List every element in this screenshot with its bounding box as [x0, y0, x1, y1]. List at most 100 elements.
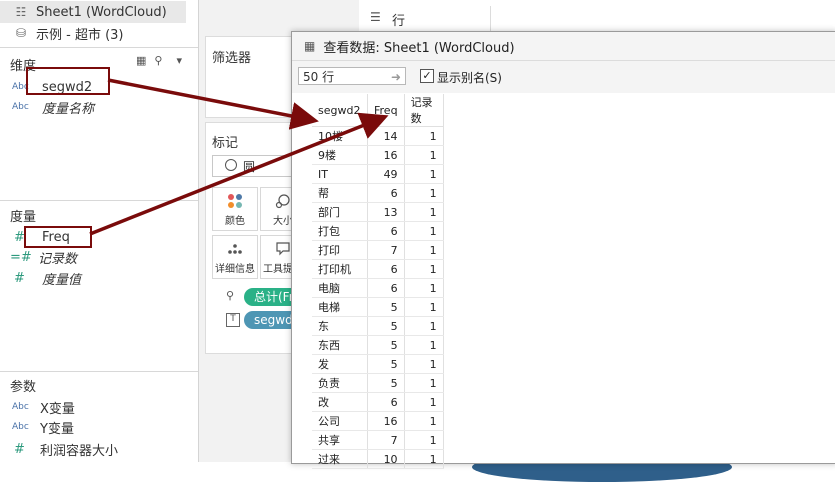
table-row[interactable]: 公司 16 1: [312, 411, 444, 431]
divider: [0, 371, 198, 372]
field-name: Y变量: [40, 421, 74, 437]
sheet-source-item[interactable]: ☷ Sheet1 (WordCloud): [0, 1, 186, 23]
cell-freq: 49: [367, 164, 405, 184]
color-button[interactable]: 颜色: [212, 187, 258, 231]
cell-freq: 5: [367, 297, 405, 317]
cell-freq: 6: [367, 221, 405, 241]
calc-number-type-icon: =#: [10, 249, 32, 265]
cell-record-count: 1: [404, 316, 444, 336]
table-row[interactable]: 打包 6 1: [312, 221, 444, 241]
annotation-box-freq: [24, 226, 92, 248]
cell-record-count: 1: [404, 430, 444, 450]
cell-segwd2: 负责: [312, 373, 368, 393]
divider: [0, 200, 198, 201]
cell-segwd2: 打印: [312, 240, 368, 260]
table-row[interactable]: 打印 7 1: [312, 240, 444, 260]
color-dots-icon: [228, 194, 242, 208]
field-name: X变量: [40, 401, 75, 417]
sheet-icon: ☷: [15, 5, 27, 19]
cell-freq: 5: [367, 354, 405, 374]
measure-field-measure-values[interactable]: # 度量值: [0, 268, 196, 288]
table-row[interactable]: 改61: [312, 392, 444, 412]
cell-segwd2: 东西: [312, 335, 368, 355]
measures-title: 度量: [10, 210, 37, 225]
number-type-icon: #: [14, 441, 25, 457]
table-row[interactable]: 共享 7 1: [312, 430, 444, 450]
table-row[interactable]: 电脑 6 1: [312, 278, 444, 298]
field-name: 度量名称: [42, 101, 95, 117]
parameter-x[interactable]: Abc X变量: [0, 397, 196, 417]
cell-record-count: 1: [404, 126, 444, 146]
parameter-profit-bin-size[interactable]: # 利润容器大小: [0, 439, 196, 459]
cell-segwd2: 10楼: [312, 126, 368, 146]
chevron-down-icon[interactable]: ▾: [176, 54, 182, 67]
cell-segwd2: 过来: [312, 449, 368, 469]
show-alias-checkbox[interactable]: ✓: [420, 69, 434, 83]
detail-dots-icon: [228, 244, 242, 254]
detail-button[interactable]: 详细信息: [212, 235, 258, 279]
column-header-segwd2[interactable]: segwd2: [312, 94, 368, 127]
table-row[interactable]: 10楼 14 1: [312, 126, 444, 146]
cell-record-count: 1: [404, 449, 444, 469]
measure-field-record-count[interactable]: =# 记录数: [0, 247, 196, 267]
cell-record-count: 1: [404, 164, 444, 184]
cell-segwd2: IT: [312, 164, 368, 184]
cell-segwd2: 打包: [312, 221, 368, 241]
parameters-title: 参数: [10, 380, 37, 395]
cell-record-count: 1: [404, 183, 444, 203]
data-source-item[interactable]: ⛁ 示例 - 超市 (3): [0, 22, 198, 44]
string-type-icon: Abc: [12, 402, 29, 412]
mark-type-label: 圆: [243, 160, 256, 174]
cell-freq: 16: [367, 411, 405, 431]
show-alias-label[interactable]: 显示别名(S): [437, 69, 502, 86]
cell-segwd2: 部门: [312, 202, 368, 222]
rows-drop-area[interactable]: [490, 6, 835, 32]
cell-freq: 14: [367, 126, 405, 146]
grid-view-icon[interactable]: ▦: [136, 54, 146, 67]
row-count-field[interactable]: 50 行 ➜: [298, 67, 406, 85]
table-row[interactable]: 电梯 5 1: [312, 297, 444, 317]
parameter-y[interactable]: Abc Y变量: [0, 417, 196, 437]
cell-record-count: 1: [404, 202, 444, 222]
table-row[interactable]: 过来 10 1: [312, 449, 444, 469]
view-data-dialog: ▦ 查看数据: Sheet1 (WordCloud) 50 行 ➜ ✓ 显示别名…: [291, 31, 835, 469]
cell-record-count: 1: [404, 145, 444, 165]
dimension-field-measure-names[interactable]: Abc 度量名称: [0, 97, 196, 117]
table-row[interactable]: 东西 5 1: [312, 335, 444, 355]
cell-record-count: 1: [404, 278, 444, 298]
table-row[interactable]: 9楼 16 1: [312, 145, 444, 165]
table-row[interactable]: IT 49 1: [312, 164, 444, 184]
dialog-title-bar[interactable]: ▦ 查看数据: Sheet1 (WordCloud): [292, 32, 835, 61]
cell-freq: 6: [367, 278, 405, 298]
dialog-toolbar: 50 行 ➜ ✓ 显示别名(S): [292, 61, 835, 93]
cell-record-count: 1: [404, 335, 444, 355]
table-row[interactable]: 负责 5 1: [312, 373, 444, 393]
table-row[interactable]: 帮61: [312, 183, 444, 203]
string-type-icon: Abc: [12, 422, 29, 432]
data-table-icon: ▦: [304, 39, 316, 53]
cell-freq: 6: [367, 183, 405, 203]
cell-freq: 6: [367, 259, 405, 279]
cell-record-count: 1: [404, 259, 444, 279]
cell-segwd2: 公司: [312, 411, 368, 431]
table-row[interactable]: 东51: [312, 316, 444, 336]
cell-record-count: 1: [404, 221, 444, 241]
field-name: 记录数: [38, 251, 78, 267]
field-name: 度量值: [42, 272, 82, 288]
arrow-right-icon[interactable]: ➜: [391, 68, 401, 86]
table-row[interactable]: 部门 13 1: [312, 202, 444, 222]
grid-empty-area: [452, 94, 835, 463]
column-header-freq[interactable]: Freq: [367, 94, 405, 127]
search-icon[interactable]: ⚲: [154, 54, 162, 67]
cell-freq: 10: [367, 449, 405, 469]
pane-tools: ▦ ⚲ ▾: [136, 54, 182, 67]
table-row[interactable]: 打印机 6 1: [312, 259, 444, 279]
cell-record-count: 1: [404, 392, 444, 412]
number-type-icon: #: [14, 270, 25, 286]
column-header-record-count[interactable]: 记录数: [404, 94, 444, 127]
text-icon: T: [226, 313, 240, 327]
filters-title: 筛选器: [212, 51, 252, 66]
table-row[interactable]: 发51: [312, 354, 444, 374]
cell-record-count: 1: [404, 240, 444, 260]
rows-shelf[interactable]: ☰ 行: [362, 0, 835, 35]
